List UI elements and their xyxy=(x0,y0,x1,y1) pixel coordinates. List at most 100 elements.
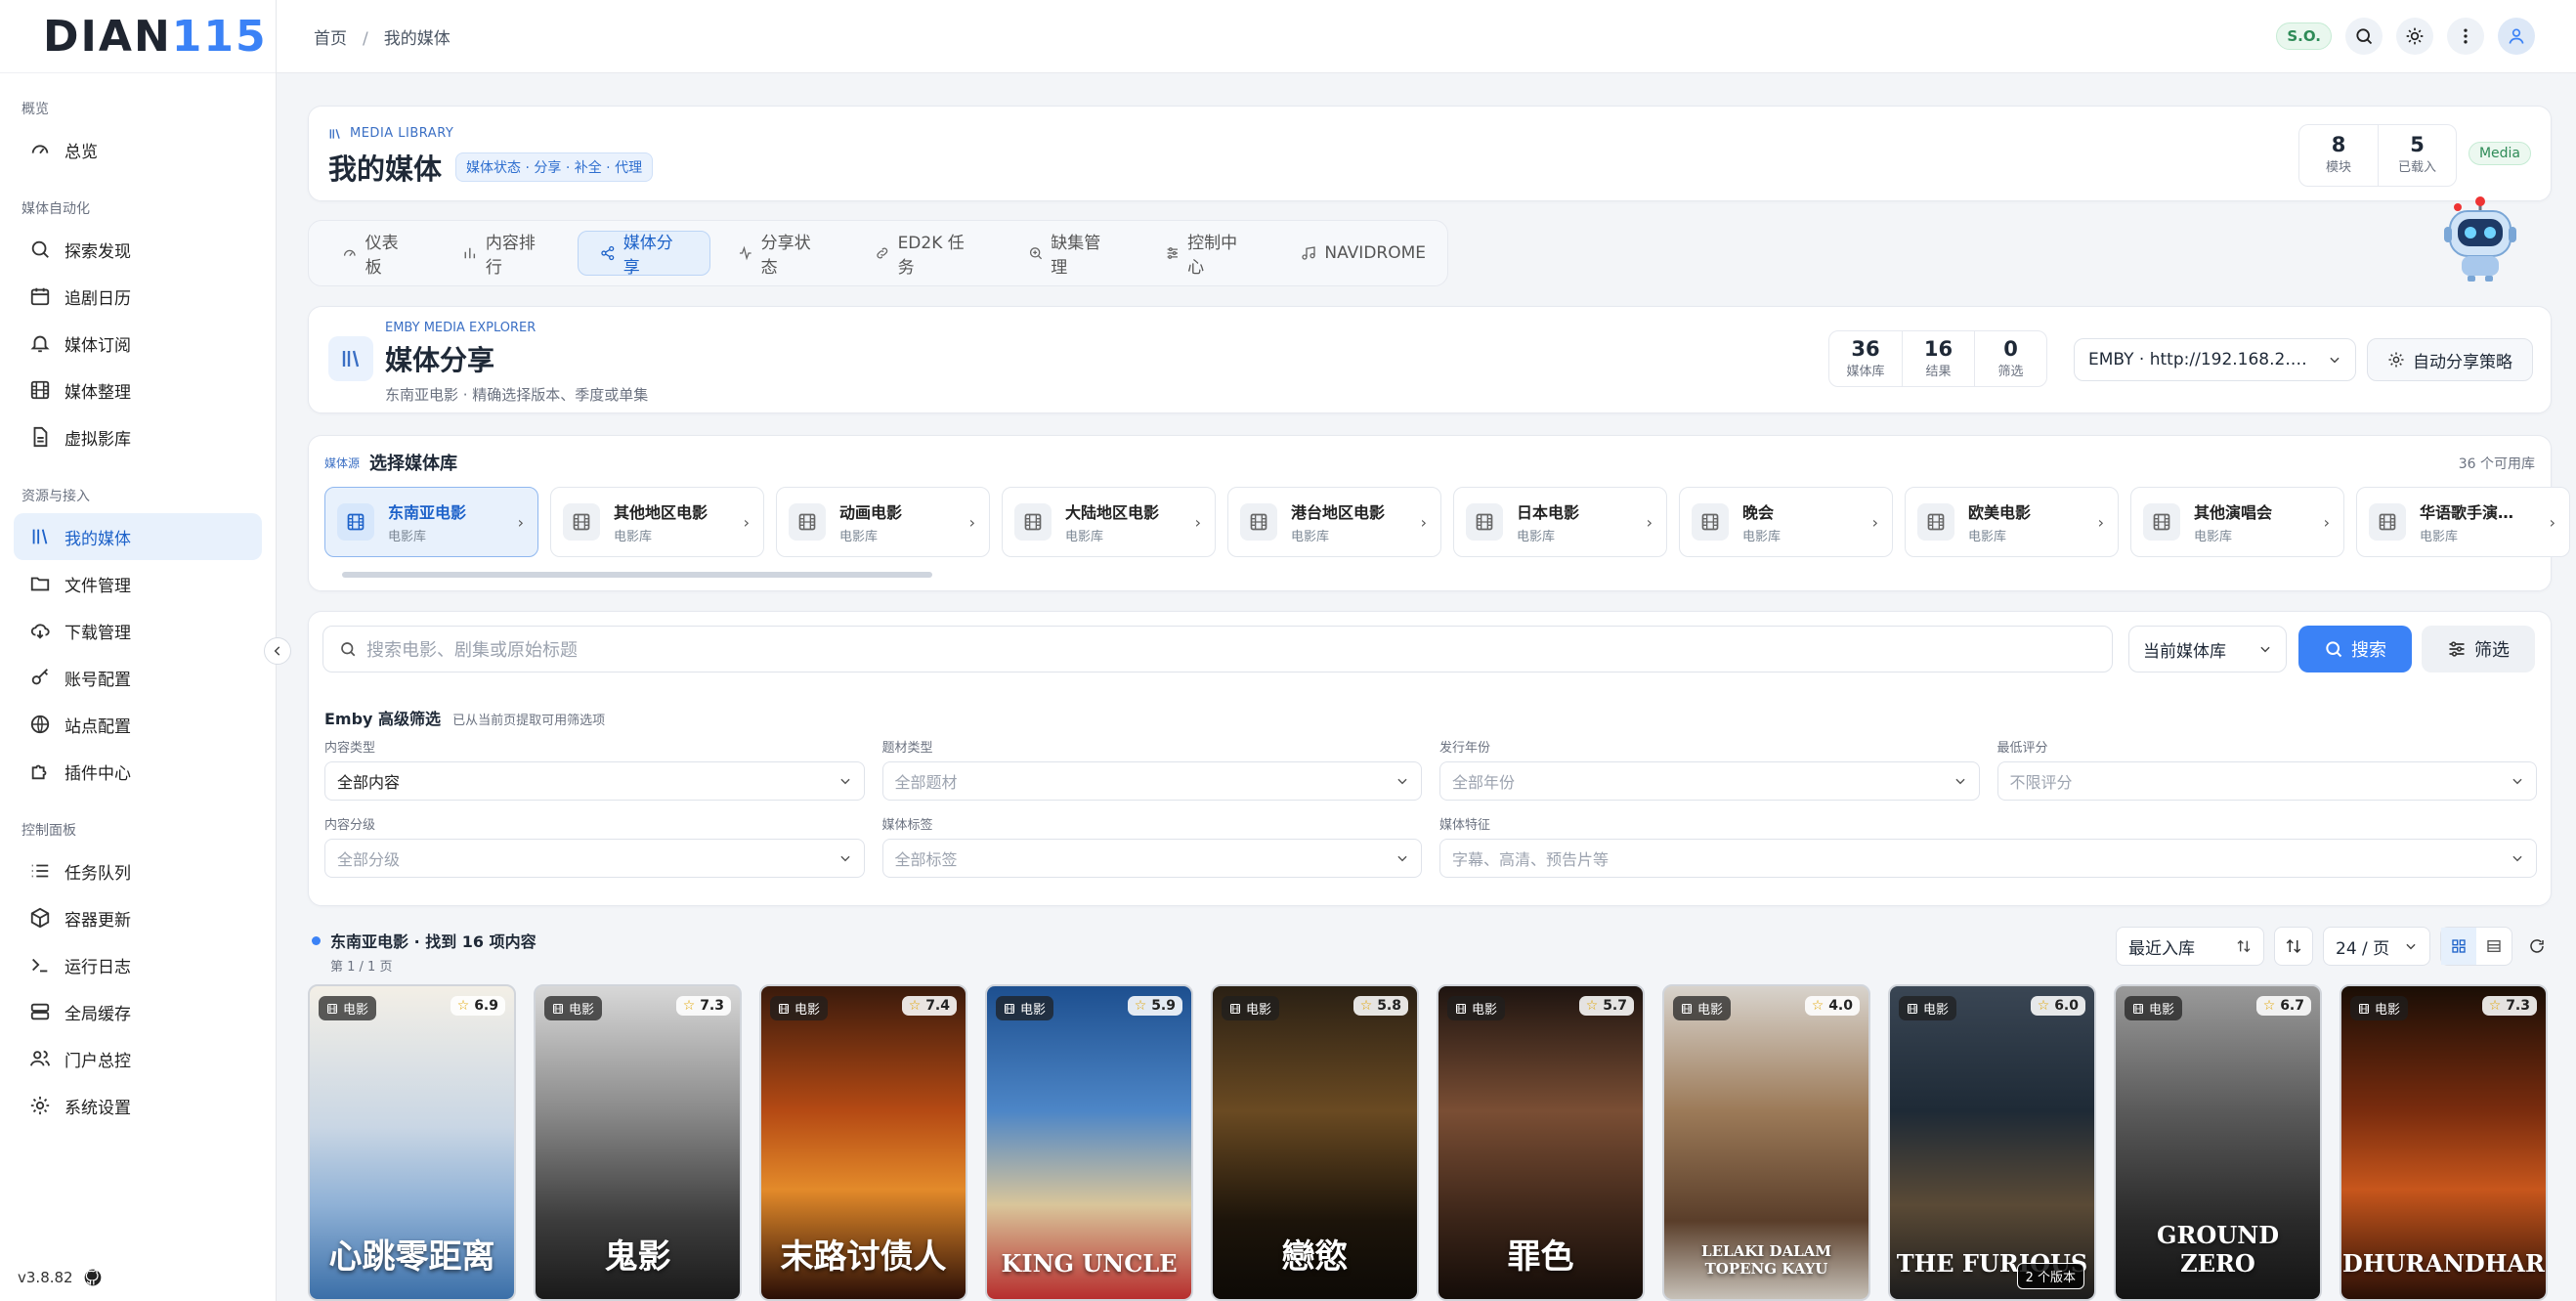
sort-select[interactable]: 最近入库 xyxy=(2116,927,2264,966)
library-icon xyxy=(329,128,340,139)
library-item[interactable]: 动画电影 电影库 › xyxy=(776,487,990,557)
auto-share-policy-button[interactable]: 自动分享策略 xyxy=(2367,338,2533,381)
sidebar-item-5-2[interactable]: 站点配置 xyxy=(14,701,262,748)
library-item[interactable]: 晚会 电影库 › xyxy=(1679,487,1893,557)
sidebar-item-3-3[interactable]: 运行日志 xyxy=(14,941,262,988)
poster-card[interactable]: 电影 ☆ 6.0 THE FURIOUS 2 个版本 xyxy=(1888,984,2096,1301)
sidebar-item-2-1[interactable]: 追剧日历 xyxy=(14,273,262,320)
tab-label: 分享状态 xyxy=(760,234,811,278)
category-badge: 电影 xyxy=(996,996,1054,1020)
poster-card[interactable]: 电影 ☆ 6.7 GROUND ZERO xyxy=(2114,984,2322,1301)
poster-card[interactable]: 电影 ☆ 5.8 戀慾 xyxy=(1211,984,1419,1301)
sidebar-item-6-3[interactable]: 系统设置 xyxy=(14,1082,262,1129)
grid-view-button[interactable] xyxy=(2441,928,2476,965)
scrollbar-thumb[interactable] xyxy=(342,572,932,578)
search-button[interactable] xyxy=(2345,18,2383,55)
poster-grid: 电影 ☆ 6.9 心跳零距离 电影 ☆ 7.3 鬼影 电影 ☆ 7.4 末路讨债人 电影 ☆ 5.9… xyxy=(308,984,2548,1301)
sidebar-item-2-2[interactable]: 文件管理 xyxy=(14,560,262,607)
theme-toggle-button[interactable] xyxy=(2396,18,2433,55)
film-icon xyxy=(2153,513,2170,531)
server-select[interactable]: EMBY · http://192.168.2.… xyxy=(2074,338,2356,381)
library-name: 大陆地区电影 xyxy=(1065,503,1160,522)
app-logo[interactable]: DIAN 115 xyxy=(0,0,276,73)
library-item[interactable]: 港台地区电影 电影库 › xyxy=(1227,487,1441,557)
filter-select[interactable]: 全部标签 xyxy=(881,839,1422,878)
sidebar-item-2-3[interactable]: 容器更新 xyxy=(14,894,262,941)
tab-1[interactable]: 仪表板 xyxy=(321,231,435,278)
library-name: 欧美电影 xyxy=(1968,503,2032,522)
breadcrumb-home[interactable]: 首页 xyxy=(314,29,347,49)
sidebar-item-label: 系统设置 xyxy=(64,1098,131,1118)
poster-card[interactable]: 电影 ☆ 5.7 罪色 xyxy=(1437,984,1645,1301)
sidebar-item-label: 全局缓存 xyxy=(64,1004,131,1024)
gauge-icon xyxy=(343,249,356,257)
library-item[interactable]: 欧美电影 电影库 › xyxy=(1905,487,2119,557)
library-item[interactable]: 其他地区电影 电影库 › xyxy=(550,487,764,557)
library-item[interactable]: 华语歌手演… 电影库 › xyxy=(2356,487,2570,557)
search-scope-select[interactable]: 当前媒体库 xyxy=(2128,626,2287,672)
poster-card[interactable]: 电影 ☆ 5.9 KING UNCLE xyxy=(985,984,1193,1301)
sort-direction-button[interactable] xyxy=(2274,927,2313,966)
topbar: 首页 / 我的媒体 S.O. xyxy=(277,0,2576,73)
sidebar-item-4-3[interactable]: 全局缓存 xyxy=(14,988,262,1035)
sidebar-item-1-0[interactable]: 总览 xyxy=(14,126,262,173)
tab-8[interactable]: NAVIDROME xyxy=(1279,231,1447,276)
sidebar-item-5-1[interactable]: 虚拟影库 xyxy=(14,413,262,460)
tab-2[interactable]: 内容排行 xyxy=(441,231,572,278)
list-icon xyxy=(31,864,49,878)
sidebar-item-1-1[interactable]: 探索发现 xyxy=(14,226,262,273)
search-button[interactable]: 搜索 xyxy=(2298,626,2412,672)
sidebar-item-6-2[interactable]: 插件中心 xyxy=(14,748,262,795)
sidebar-item-4-1[interactable]: 媒体整理 xyxy=(14,367,262,413)
tab-6[interactable]: 缺集管理 xyxy=(1007,231,1138,278)
status-badge[interactable]: S.O. xyxy=(2276,22,2332,50)
poster-card[interactable]: 电影 ☆ 7.4 末路讨债人 xyxy=(759,984,967,1301)
sidebar-item-4-2[interactable]: 账号配置 xyxy=(14,654,262,701)
filter-select[interactable]: 全部年份 xyxy=(1439,761,1980,801)
results-title: 东南亚电影 · 找到 16 项内容 xyxy=(330,932,537,951)
breadcrumb-separator: / xyxy=(363,28,368,49)
sidebar-item-5-3[interactable]: 门户总控 xyxy=(14,1035,262,1082)
per-page-select[interactable]: 24 / 页 xyxy=(2323,927,2430,966)
rating-badge: ☆ 7.3 xyxy=(2481,996,2537,1016)
filter-select[interactable]: 字幕、高清、预告片等 xyxy=(1439,839,2537,878)
nav-group-title: 控制面板 xyxy=(21,823,76,839)
poster-card[interactable]: 电影 ☆ 7.3 DHURANDHAR xyxy=(2340,984,2548,1301)
sidebar-item-1-3[interactable]: 任务队列 xyxy=(14,847,262,894)
poster-title: 戀慾 xyxy=(1281,1237,1349,1277)
robot-mascot-icon[interactable] xyxy=(2438,195,2522,283)
avatar[interactable] xyxy=(2498,18,2535,55)
library-item[interactable]: 其他演唱会 电影库 › xyxy=(2130,487,2344,557)
sidebar-collapse-button[interactable] xyxy=(264,637,291,665)
rating-badge: ☆ 5.7 xyxy=(1578,996,1634,1016)
filter-select[interactable]: 不限评分 xyxy=(1996,761,2537,801)
list-view-button[interactable] xyxy=(2476,928,2512,965)
sidebar-item-3-1[interactable]: 媒体订阅 xyxy=(14,320,262,367)
refresh-button[interactable] xyxy=(2522,927,2552,966)
more-button[interactable] xyxy=(2447,18,2484,55)
film-icon xyxy=(1682,1003,1692,1014)
sidebar-item-label: 媒体整理 xyxy=(64,382,131,403)
poster-card[interactable]: 电影 ☆ 4.0 LELAKI DALAM TOPENG KAYU xyxy=(1662,984,1870,1301)
github-icon[interactable] xyxy=(83,1268,103,1287)
search-input[interactable]: 搜索电影、剧集或原始标题 xyxy=(322,626,2113,672)
library-scrollbar[interactable] xyxy=(326,571,2535,579)
sidebar-item-1-2[interactable]: 我的媒体 xyxy=(14,513,262,560)
filter-button[interactable]: 筛选 xyxy=(2422,626,2535,672)
filter-select[interactable]: 全部题材 xyxy=(881,761,1422,801)
sidebar-item-3-2[interactable]: 下载管理 xyxy=(14,607,262,654)
library-item[interactable]: 大陆地区电影 电影库 › xyxy=(1002,487,1216,557)
tab-3[interactable]: 媒体分享 xyxy=(578,231,711,278)
poster-card[interactable]: 电影 ☆ 7.3 鬼影 xyxy=(534,984,742,1301)
library-name: 华语歌手演… xyxy=(2420,503,2514,522)
filter-select[interactable]: 全部分级 xyxy=(324,839,865,878)
filter-select[interactable]: 全部内容 xyxy=(324,761,865,801)
poster-card[interactable]: 电影 ☆ 6.9 心跳零距离 xyxy=(308,984,516,1301)
tab-5[interactable]: ED2K 任务 xyxy=(853,231,1001,278)
library-item[interactable]: 东南亚电影 电影库 › xyxy=(324,487,538,557)
library-item[interactable]: 日本电影 电影库 › xyxy=(1453,487,1667,557)
tab-7[interactable]: 控制中心 xyxy=(1143,231,1274,278)
nav-group-title: 资源与接入 xyxy=(21,489,90,504)
tab-4[interactable]: 分享状态 xyxy=(716,231,847,278)
category-badge: 电影 xyxy=(1447,996,1506,1020)
